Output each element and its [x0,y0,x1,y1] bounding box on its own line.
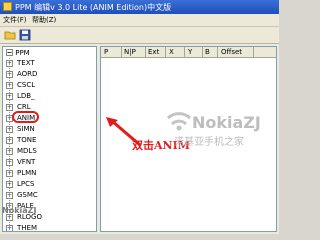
watermark-subtext: 诺基亚手机之家 [174,137,244,148]
col-b[interactable]: B [205,48,210,56]
menu-bar: 文件(F) 帮助(Z) [0,14,279,27]
tree-item-simn[interactable]: + SIMN [3,125,96,134]
expand-icon[interactable]: + [6,93,13,100]
expand-icon[interactable]: + [6,181,13,188]
tree-item-mdls[interactable]: + MDLS [3,147,96,156]
floppy-save-icon[interactable] [19,29,31,41]
col-x[interactable]: X [169,48,174,56]
tree-item-ldb[interactable]: + LDB_ [3,92,96,101]
col-offset[interactable]: Offset [221,48,242,56]
tree-item-vfnt[interactable]: + VFNT [3,158,96,167]
tree-item-gsmc[interactable]: + GSMC [3,191,96,200]
tree-item-aord[interactable]: + AORD [3,70,96,79]
expand-icon[interactable]: + [6,104,13,111]
tree-item-plmn[interactable]: + PLMN [3,169,96,178]
expand-icon[interactable]: + [6,82,13,89]
expand-icon[interactable]: + [6,71,13,78]
app-window: PPM 编辑v 3.0 Lite (ANIM Edition)中文版 文件(F)… [0,0,279,234]
menu-help[interactable]: 帮助(Z) [32,15,56,25]
toolbar [0,27,279,44]
tree-item-them[interactable]: + THEM [3,224,96,231]
expand-icon[interactable]: + [6,192,13,199]
nokiazj-watermark: NokiaZJ 诺基亚手机之家 [166,104,261,148]
tree-item-cscl[interactable]: + CSCL [3,81,96,90]
grid-header: P N|P Ext X Y B Offset [101,47,276,58]
tree-item-text[interactable]: + TEXT [3,59,96,68]
col-np[interactable]: N|P [124,48,136,56]
watermark-logo-text: NokiaZJ [192,113,261,132]
tree-root-ppm[interactable]: PPM [6,49,30,57]
folder-open-icon[interactable] [4,29,16,41]
menu-file[interactable]: 文件(F) [3,15,27,25]
expand-icon[interactable]: + [6,214,13,221]
title-bar[interactable]: PPM 编辑v 3.0 Lite (ANIM Edition)中文版 [0,0,279,14]
app-icon [3,2,12,11]
expand-icon[interactable]: + [6,137,13,144]
ppm-tree[interactable]: PPM + TEXT + AORD + CSCL + LDB_ + CRL + ANIM +… [2,46,97,232]
expand-icon[interactable]: + [6,159,13,166]
tree-root-label: PPM [15,49,30,57]
col-p[interactable]: P [104,48,108,56]
expand-icon[interactable]: + [6,148,13,155]
expand-icon[interactable]: + [6,60,13,67]
col-y[interactable]: Y [188,48,192,56]
tree-item-tone[interactable]: + TONE [3,136,96,145]
window-title: PPM 编辑v 3.0 Lite (ANIM Edition)中文版 [15,3,172,12]
tree-item-lpcs[interactable]: + LPCS [3,180,96,189]
expand-icon[interactable]: + [6,170,13,177]
col-ext[interactable]: Ext [148,48,159,56]
anim-highlight-circle [12,111,39,123]
expand-icon[interactable]: + [6,225,13,231]
corner-watermark: NokiaZJ [2,206,37,215]
expand-icon[interactable]: + [6,126,13,133]
